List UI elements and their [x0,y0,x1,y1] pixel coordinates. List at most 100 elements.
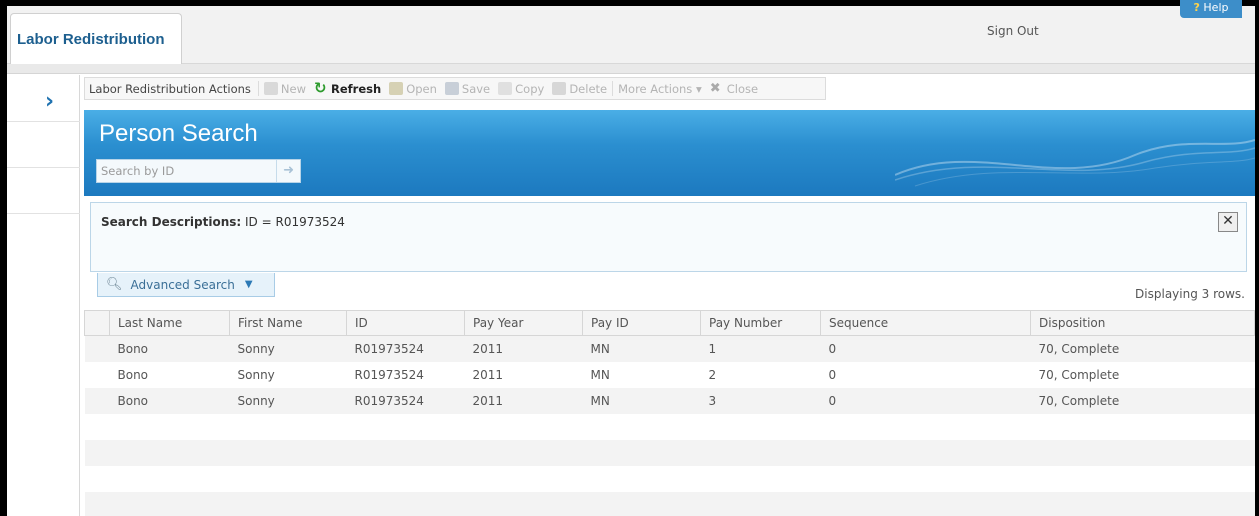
more-actions-label: More Actions [618,81,693,96]
clear-search-button[interactable]: ✕ [1218,212,1238,232]
search-description-panel: Search Descriptions: ID = R01973524 ✕ [90,202,1247,272]
save-button[interactable]: Save [441,82,494,96]
column-header[interactable]: Pay Year [464,310,583,336]
chevron-right-icon[interactable]: › [45,89,54,114]
empty-row [84,413,1255,440]
new-button[interactable]: New [260,82,310,96]
refresh-label: Refresh [331,81,382,96]
app-header: Labor Redistribution Sign Out [7,6,1255,65]
more-actions-button[interactable]: More Actions ▾ [614,82,706,96]
help-button[interactable]: ? Help [1180,0,1242,18]
cell-pay-id: MN [582,335,701,362]
close-label: Close [726,81,759,96]
cell-pay-year: 2011 [464,387,583,414]
delete-button[interactable]: Delete [548,82,611,96]
search-description-value: ID = R01973524 [245,215,345,229]
sub-header-strip [7,64,1255,74]
cell-id: R01973524 [346,361,465,388]
id-search-box: ➜ [96,159,301,183]
advanced-search-label: Advanced Search [130,277,235,292]
select-column-header [84,310,110,336]
column-header[interactable]: Sequence [820,310,1031,336]
sign-out-link[interactable]: Sign Out [987,24,1039,38]
results-table: Last Name First Name ID Pay Year Pay ID … [84,310,1255,516]
cell-pay-year: 2011 [464,361,583,388]
empty-row [84,491,1255,516]
search-input[interactable] [97,160,277,182]
cell-pay-number: 1 [700,335,821,362]
copy-icon [498,82,513,95]
save-icon [444,82,459,95]
table-row[interactable]: Bono Sonny R01973524 2011 MN 2 0 70, Com… [84,361,1255,388]
row-count: Displaying 3 rows. [1135,287,1245,301]
help-icon: ? [1193,1,1200,14]
person-search-banner: Person Search ➜ [84,110,1255,196]
cell-pay-number: 3 [700,387,821,414]
cell-first-name: Sonny [229,335,347,362]
empty-row [84,439,1255,466]
new-icon [263,82,278,95]
rail-divider [7,121,80,122]
cell-first-name: Sonny [229,387,347,414]
table-row[interactable]: Bono Sonny R01973524 2011 MN 1 0 70, Com… [84,335,1255,362]
refresh-button[interactable]: ↻ Refresh [310,79,385,97]
close-button[interactable]: ✖ Close [706,82,762,96]
folder-icon [389,82,404,95]
toolbar-title: Labor Redistribution Actions [89,81,251,96]
row-selector[interactable] [84,361,110,388]
cell-last-name: Bono [109,361,230,388]
cell-id: R01973524 [346,387,465,414]
table-row[interactable]: Bono Sonny R01973524 2011 MN 3 0 70, Com… [84,387,1255,414]
cell-sequence: 0 [820,361,1031,388]
tab-labor-redistribution[interactable]: Labor Redistribution [10,13,182,65]
column-header[interactable]: Pay ID [582,310,701,336]
actions-toolbar: Labor Redistribution Actions New ↻ Refres… [84,77,826,100]
toolbar-separator [612,81,614,96]
cell-pay-number: 2 [700,361,821,388]
copy-button[interactable]: Copy [494,82,548,96]
new-label: New [280,81,307,96]
cell-disposition: 70, Complete [1030,361,1255,388]
cell-pay-year: 2011 [464,335,583,362]
advanced-search-toggle[interactable]: 🔍︎ Advanced Search ▼ [97,273,275,297]
rail-divider [7,213,80,214]
column-header[interactable]: Last Name [109,310,230,336]
search-description: Search Descriptions: ID = R01973524 [101,215,345,229]
row-selector[interactable] [84,387,110,414]
frame-right [1255,0,1259,516]
page-title: Person Search [99,120,258,147]
help-label: Help [1203,1,1229,14]
search-description-label: Search Descriptions: [101,215,242,229]
cell-first-name: Sonny [229,361,347,388]
column-header[interactable]: ID [346,310,465,336]
column-header[interactable]: Pay Number [700,310,821,336]
row-selector[interactable] [84,335,110,362]
banner-wave-decoration [895,139,1255,187]
column-header[interactable]: Disposition [1030,310,1255,336]
search-icon: 🔍︎ [106,277,123,292]
cell-pay-id: MN [582,387,701,414]
cell-last-name: Bono [109,387,230,414]
arrow-right-icon[interactable]: ➜ [276,160,300,182]
left-rail: › [7,75,80,516]
close-icon: ✖ [709,81,721,96]
tab-label: Labor Redistribution [17,31,165,48]
cell-sequence: 0 [820,335,1031,362]
save-label: Save [461,81,491,96]
delete-label: Delete [569,81,608,96]
cell-id: R01973524 [346,335,465,362]
cell-sequence: 0 [820,387,1031,414]
cell-pay-id: MN [582,361,701,388]
refresh-icon: ↻ [314,79,327,97]
cell-disposition: 70, Complete [1030,335,1255,362]
empty-row [84,465,1255,492]
frame-left [0,0,7,516]
chevron-down-icon: ▼ [244,279,253,290]
open-button[interactable]: Open [385,82,441,96]
cell-disposition: 70, Complete [1030,387,1255,414]
column-header[interactable]: First Name [229,310,347,336]
toolbar-separator [257,81,259,96]
copy-label: Copy [515,81,545,96]
chevron-down-icon: ▾ [695,81,702,96]
rail-divider [7,167,80,168]
